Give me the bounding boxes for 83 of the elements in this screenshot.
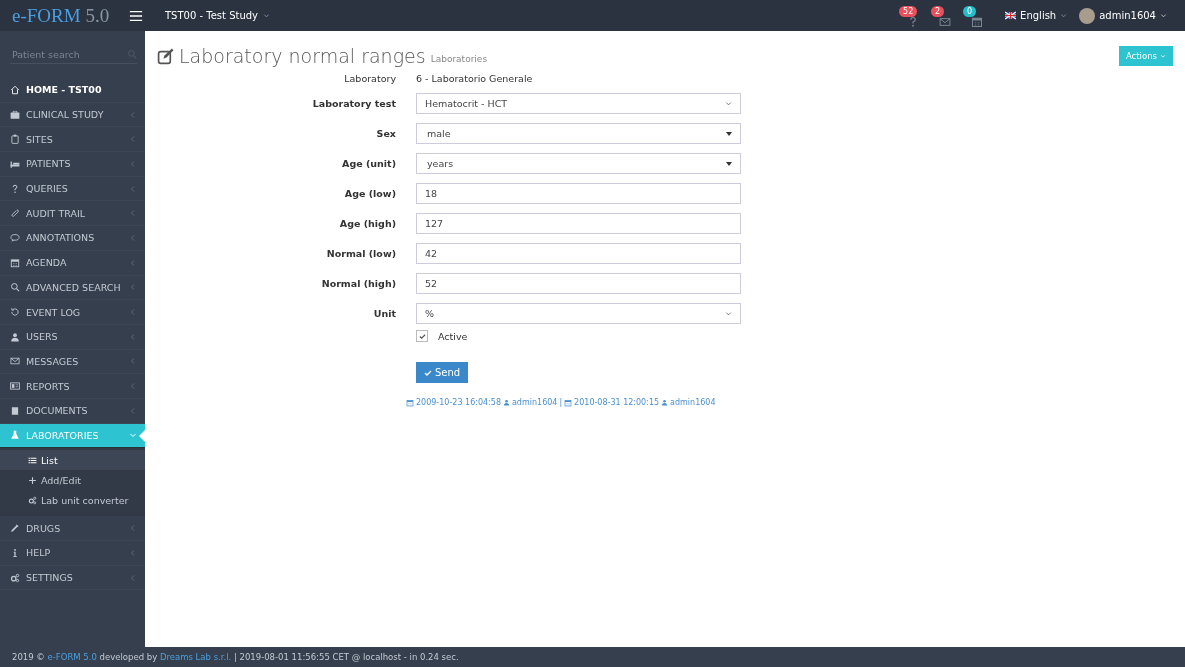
flask-icon bbox=[10, 430, 20, 441]
select-field[interactable]: male bbox=[416, 123, 741, 144]
select-field[interactable]: Hematocrit - HCT bbox=[416, 93, 741, 114]
app-logo: e-FORM 5.0 bbox=[11, 4, 111, 27]
check-icon bbox=[418, 332, 426, 340]
count-badge: 0 bbox=[963, 5, 977, 17]
menu-icon[interactable] bbox=[129, 8, 143, 23]
text-field[interactable]: 18 bbox=[416, 183, 741, 204]
submenu-item[interactable]: Add/Edit bbox=[0, 470, 145, 491]
count-badge: 2 bbox=[931, 5, 945, 17]
field-label: Age (high) bbox=[338, 218, 396, 229]
chevron-down-icon bbox=[725, 100, 732, 107]
submenu-item[interactable]: List bbox=[0, 450, 145, 471]
user-icon bbox=[502, 399, 510, 406]
separator: | bbox=[559, 398, 563, 407]
book-icon bbox=[10, 405, 20, 416]
calendar-icon bbox=[10, 257, 20, 268]
field-label: Age (low) bbox=[343, 188, 396, 199]
envelope-icon bbox=[10, 356, 20, 367]
flag-icon bbox=[1005, 10, 1017, 21]
user-icon bbox=[10, 331, 20, 342]
page-subtitle: Laboratories bbox=[430, 54, 488, 64]
chevron-down-icon bbox=[725, 310, 732, 317]
field-label: Sex bbox=[375, 128, 396, 139]
caret-icon bbox=[1160, 53, 1166, 59]
timestamp: 2009-10-23 16:04:58 bbox=[416, 398, 501, 407]
calendar-icon bbox=[406, 398, 414, 407]
select-field[interactable]: % bbox=[416, 303, 741, 324]
study-selector[interactable]: TST00 - Test Study bbox=[165, 10, 270, 21]
field-label: Normal (high) bbox=[320, 278, 396, 289]
search-icon bbox=[10, 282, 20, 293]
patient-search-field[interactable]: Patient search bbox=[10, 47, 127, 61]
send-button[interactable]: Send bbox=[416, 362, 469, 383]
check-icon bbox=[424, 368, 432, 377]
avatar bbox=[1079, 7, 1096, 24]
history-icon bbox=[10, 307, 20, 318]
list-icon bbox=[28, 455, 37, 465]
field-label: Laboratory bbox=[343, 73, 396, 84]
text-field[interactable]: 52 bbox=[416, 273, 741, 294]
report-icon bbox=[10, 381, 20, 392]
briefcase-icon bbox=[10, 109, 20, 120]
field-label: Unit bbox=[372, 308, 396, 319]
plus-icon bbox=[28, 475, 37, 485]
company-link[interactable]: Dreams Lab s.r.l. bbox=[159, 652, 232, 662]
suitcase-icon bbox=[10, 134, 20, 145]
calendar-icon[interactable] bbox=[971, 15, 984, 28]
dropdown-arrow-icon bbox=[726, 131, 732, 136]
envelope-icon[interactable] bbox=[939, 15, 952, 28]
page-title: Laboratory normal ranges bbox=[179, 45, 426, 67]
search-icon bbox=[127, 49, 137, 59]
field-label: Age (unit) bbox=[341, 158, 396, 169]
field-label: Laboratory test bbox=[311, 98, 396, 109]
text-field[interactable]: 127 bbox=[416, 213, 741, 234]
user-link[interactable]: admin1604 bbox=[670, 398, 716, 407]
field-value: 6 - Laboratorio Generale bbox=[416, 73, 534, 84]
info-icon bbox=[10, 547, 20, 558]
user-icon bbox=[661, 399, 669, 406]
caret-icon bbox=[1160, 12, 1167, 19]
user-menu[interactable]: admin1604 bbox=[1079, 7, 1167, 24]
question-icon bbox=[10, 183, 20, 194]
user-link[interactable]: admin1604 bbox=[511, 398, 558, 407]
caret-icon bbox=[263, 12, 270, 19]
pipette-icon bbox=[10, 523, 20, 534]
speech-bubble-icon bbox=[10, 232, 20, 243]
calendar-icon bbox=[564, 398, 573, 407]
footer-text: 2019 © e-FORM 5.0 developed by Dreams Lab s.r.l. | 2019-08-01 11:56:55 CET @ localhost - in 0.24 sec. bbox=[12, 652, 459, 662]
caret-icon bbox=[1060, 12, 1068, 19]
edit-icon bbox=[157, 47, 174, 65]
dropdown-arrow-icon bbox=[726, 161, 732, 166]
gears-icon bbox=[10, 572, 20, 583]
field-label: Normal (low) bbox=[325, 248, 396, 259]
home-icon bbox=[10, 84, 20, 95]
checkbox[interactable] bbox=[416, 330, 428, 342]
count-badge: 52 bbox=[899, 5, 918, 17]
gears-icon bbox=[28, 495, 37, 505]
product-link[interactable]: e-FORM 5.0 bbox=[47, 652, 97, 662]
submenu-item[interactable]: Lab unit converter bbox=[0, 490, 145, 511]
language-selector[interactable]: English bbox=[1005, 10, 1068, 21]
timestamp: 2010-08-31 12:00:15 bbox=[574, 398, 660, 407]
checkbox-label: Active bbox=[438, 330, 468, 342]
chevron-down-icon bbox=[129, 431, 137, 440]
text-field[interactable]: 42 bbox=[416, 243, 741, 264]
select-field[interactable]: years bbox=[416, 153, 741, 174]
